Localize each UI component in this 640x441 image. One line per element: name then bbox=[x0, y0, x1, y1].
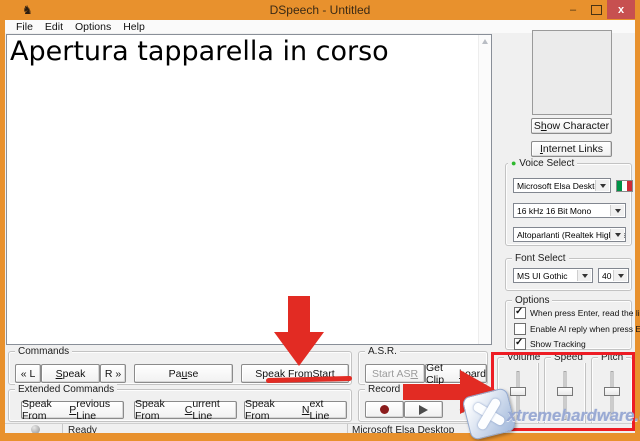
checkbox-icon bbox=[514, 338, 526, 350]
menu-edit[interactable]: Edit bbox=[39, 21, 69, 33]
character-preview-box bbox=[532, 30, 612, 115]
font-size-dropdown[interactable]: 40 bbox=[598, 268, 629, 283]
voice-select-group: ● Voice Select Microsoft Elsa Desktop 16… bbox=[505, 163, 632, 246]
maximize-button[interactable] bbox=[586, 0, 606, 19]
window-title: DSpeech - Untitled bbox=[0, 0, 640, 20]
status-ready: Ready bbox=[68, 425, 97, 433]
show-character-button[interactable]: Show Character bbox=[531, 118, 612, 134]
scroll-up-arrow-icon[interactable] bbox=[482, 39, 488, 44]
status-voice: Microsoft Elsa Desktop bbox=[352, 425, 454, 433]
pause-button[interactable]: Pause bbox=[134, 364, 233, 383]
checkbox-label: Show Tracking bbox=[530, 339, 586, 349]
editor-scrollbar[interactable] bbox=[478, 35, 491, 344]
font-select-label: Font Select bbox=[512, 253, 569, 264]
app-icon: ♞ bbox=[22, 3, 33, 17]
font-dropdown[interactable]: MS UI Gothic bbox=[513, 268, 593, 283]
menu-options[interactable]: Options bbox=[69, 21, 117, 33]
output-device-dropdown[interactable]: Altoparlanti (Realtek High Definitio bbox=[513, 227, 626, 242]
voice-dropdown[interactable]: Microsoft Elsa Desktop bbox=[513, 178, 611, 193]
dropdown-arrow-icon[interactable] bbox=[610, 229, 624, 240]
commands-label: Commands bbox=[15, 346, 72, 357]
voice-select-label: ● Voice Select bbox=[508, 158, 577, 169]
italian-flag-icon bbox=[616, 180, 633, 192]
status-divider bbox=[347, 424, 348, 433]
checkbox-read-line-on-enter[interactable]: When press Enter, read the line bbox=[514, 307, 640, 319]
dropdown-arrow-icon[interactable] bbox=[595, 180, 609, 191]
menu-help[interactable]: Help bbox=[117, 21, 151, 33]
font-select-group: Font Select MS UI Gothic 40 bbox=[505, 258, 632, 291]
font-size-value: 40 bbox=[602, 271, 611, 281]
status-icon bbox=[31, 425, 40, 433]
menu-file[interactable]: File bbox=[10, 21, 39, 33]
title-bar: ♞ DSpeech - Untitled – x bbox=[0, 0, 640, 20]
voice-dropdown-value: Microsoft Elsa Desktop bbox=[517, 181, 604, 191]
minimize-button[interactable]: – bbox=[563, 0, 583, 19]
next-char-button[interactable]: R » bbox=[100, 364, 126, 383]
checkbox-icon bbox=[514, 307, 526, 319]
checkbox-label: Enable AI reply when press Enter bbox=[530, 324, 640, 334]
checkbox-icon bbox=[514, 323, 526, 335]
maximize-icon bbox=[591, 5, 602, 15]
asr-label: A.S.R. bbox=[365, 346, 400, 357]
record-icon bbox=[380, 405, 389, 414]
status-icon-cell bbox=[31, 425, 40, 433]
dropdown-arrow-icon[interactable] bbox=[577, 270, 591, 281]
prev-char-button[interactable]: « L bbox=[15, 364, 41, 383]
speak-current-line-button[interactable]: Speak From Current Line bbox=[134, 401, 237, 419]
internet-links-button[interactable]: Internet Links bbox=[531, 141, 612, 157]
checkbox-enable-ai-reply[interactable]: Enable AI reply when press Enter bbox=[514, 323, 640, 335]
close-button[interactable]: x bbox=[607, 0, 635, 19]
extended-commands-group: Extended Commands Speak From Previous Li… bbox=[8, 389, 352, 422]
green-dot-icon: ● bbox=[511, 158, 516, 168]
dropdown-arrow-icon[interactable] bbox=[613, 270, 627, 281]
speak-button[interactable]: Speak bbox=[41, 364, 100, 383]
extended-commands-label: Extended Commands bbox=[15, 384, 117, 395]
watermark-text: xtremehardware.com bbox=[507, 407, 640, 426]
options-group: Options When press Enter, read the line … bbox=[505, 300, 632, 350]
options-label: Options bbox=[512, 295, 552, 306]
editor-text: Apertura tapparella in corso bbox=[7, 35, 491, 68]
checkbox-label: When press Enter, read the line bbox=[530, 308, 640, 318]
audio-format-value: 16 kHz 16 Bit Mono bbox=[517, 206, 591, 216]
text-editor[interactable]: Apertura tapparella in corso bbox=[6, 34, 492, 345]
font-dropdown-value: MS UI Gothic bbox=[517, 271, 568, 281]
status-divider bbox=[62, 424, 63, 433]
dropdown-arrow-icon[interactable] bbox=[610, 205, 624, 216]
checkbox-show-tracking[interactable]: Show Tracking bbox=[514, 338, 586, 350]
audio-format-dropdown[interactable]: 16 kHz 16 Bit Mono bbox=[513, 203, 626, 218]
speak-previous-line-button[interactable]: Speak From Previous Line bbox=[21, 401, 124, 419]
speak-next-line-button[interactable]: Speak From Next Line bbox=[244, 401, 347, 419]
record-button[interactable] bbox=[365, 401, 404, 418]
down-arrow-annotation bbox=[264, 296, 334, 368]
